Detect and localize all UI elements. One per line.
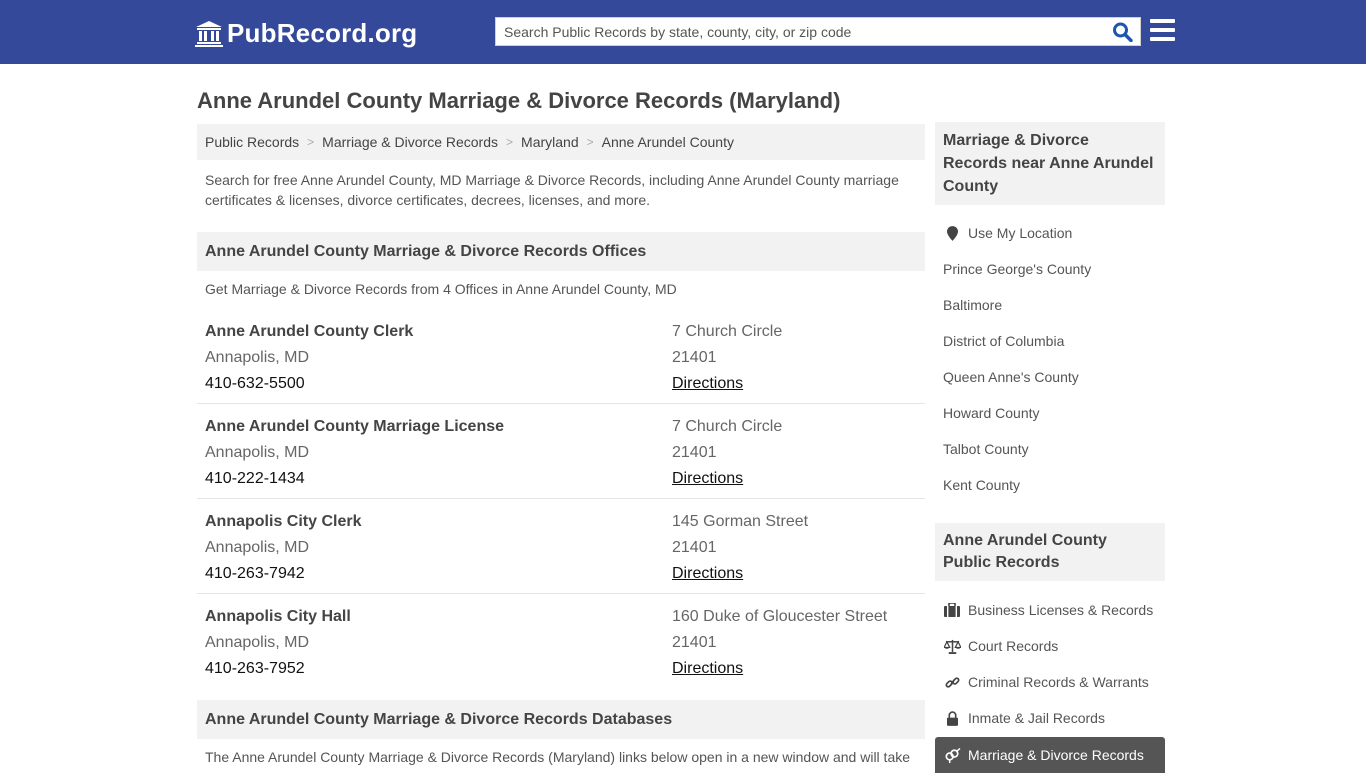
nearby-link[interactable]: District of Columbia bbox=[943, 333, 1064, 349]
office-address: 7 Church Circle bbox=[672, 418, 783, 435]
gender-rings-icon bbox=[943, 747, 961, 763]
search-input[interactable] bbox=[496, 18, 1106, 45]
nearby-link[interactable]: Howard County bbox=[943, 405, 1040, 421]
nearby-link[interactable]: Talbot County bbox=[943, 441, 1029, 457]
logo-text: PubRecord.org bbox=[227, 17, 418, 48]
magnifier-icon bbox=[1113, 22, 1133, 43]
court-records-link[interactable]: Court Records bbox=[943, 638, 1058, 654]
public-records-heading: Anne Arundel County Public Records bbox=[935, 523, 1165, 581]
offices-subheading: Get Marriage & Divorce Records from 4 Of… bbox=[205, 281, 677, 297]
lock-icon bbox=[943, 710, 961, 726]
scales-icon bbox=[943, 638, 961, 654]
business-licenses-label: Business Licenses & Records bbox=[968, 602, 1154, 618]
office-city: Annapolis, MD bbox=[205, 444, 310, 461]
courthouse-icon bbox=[195, 20, 223, 47]
business-licenses-link[interactable]: Business Licenses & Records bbox=[943, 602, 1153, 618]
office-row: Annapolis City Hall Annapolis, MD 410-26… bbox=[197, 594, 925, 689]
nearby-link[interactable]: Baltimore bbox=[943, 297, 1002, 313]
databases-text: The Anne Arundel County Marriage & Divor… bbox=[205, 749, 911, 765]
marriage-divorce-records-label: Marriage & Divorce Records bbox=[968, 747, 1144, 763]
top-navigation-bar: PubRecord.org bbox=[0, 0, 1366, 64]
office-address: 160 Duke of Gloucester Street bbox=[672, 608, 888, 625]
office-row: Annapolis City Clerk Annapolis, MD 410-2… bbox=[197, 499, 925, 594]
court-records-label: Court Records bbox=[968, 638, 1059, 654]
office-zip: 21401 bbox=[672, 539, 717, 556]
office-city: Annapolis, MD bbox=[205, 539, 310, 556]
breadcrumb-separator: > bbox=[506, 135, 514, 149]
nearby-link[interactable]: Kent County bbox=[943, 477, 1020, 493]
use-my-location-label: Use My Location bbox=[968, 225, 1073, 241]
directions-link[interactable]: Directions bbox=[672, 660, 743, 677]
office-address: 7 Church Circle bbox=[672, 323, 783, 340]
map-pin-icon bbox=[943, 225, 961, 241]
directions-link[interactable]: Directions bbox=[672, 375, 743, 392]
breadcrumb-maryland[interactable]: Maryland bbox=[521, 134, 579, 150]
office-zip: 21401 bbox=[672, 444, 717, 461]
office-name: Annapolis City Clerk bbox=[205, 513, 362, 530]
office-zip: 21401 bbox=[672, 634, 717, 651]
use-my-location-link[interactable]: Use My Location bbox=[943, 225, 1072, 241]
criminal-records-link[interactable]: Criminal Records & Warrants bbox=[943, 674, 1149, 690]
page-title: Anne Arundel County Marriage & Divorce R… bbox=[197, 88, 841, 113]
nearby-link[interactable]: Prince George's County bbox=[943, 261, 1091, 277]
office-address: 145 Gorman Street bbox=[672, 513, 809, 530]
breadcrumb: Public Records > Marriage & Divorce Reco… bbox=[197, 124, 925, 160]
office-row: Anne Arundel County Marriage License Ann… bbox=[197, 404, 925, 499]
criminal-records-label: Criminal Records & Warrants bbox=[968, 674, 1149, 690]
office-phone[interactable]: 410-632-5500 bbox=[205, 371, 413, 397]
intro-text: Search for free Anne Arundel County, MD … bbox=[205, 172, 899, 208]
search-box bbox=[495, 17, 1141, 46]
nearby-link[interactable]: Queen Anne's County bbox=[943, 369, 1079, 385]
office-city: Annapolis, MD bbox=[205, 634, 310, 651]
breadcrumb-marriage-divorce[interactable]: Marriage & Divorce Records bbox=[322, 134, 498, 150]
hamburger-menu-icon[interactable] bbox=[1150, 19, 1176, 43]
breadcrumb-separator: > bbox=[307, 135, 315, 149]
inmate-jail-records-link[interactable]: Inmate & Jail Records bbox=[943, 710, 1105, 726]
directions-link[interactable]: Directions bbox=[672, 470, 743, 487]
office-phone[interactable]: 410-263-7952 bbox=[205, 656, 351, 682]
office-row: Anne Arundel County Clerk Annapolis, MD … bbox=[197, 309, 925, 404]
search-button[interactable] bbox=[1112, 22, 1134, 43]
nearby-heading: Marriage & Divorce Records near Anne Aru… bbox=[935, 122, 1165, 205]
breadcrumb-separator: > bbox=[586, 135, 594, 149]
link-icon bbox=[943, 674, 961, 690]
breadcrumb-county[interactable]: Anne Arundel County bbox=[602, 134, 734, 150]
directions-link[interactable]: Directions bbox=[672, 565, 743, 582]
office-phone[interactable]: 410-263-7942 bbox=[205, 561, 361, 587]
office-phone[interactable]: 410-222-1434 bbox=[205, 466, 504, 492]
office-zip: 21401 bbox=[672, 349, 717, 366]
databases-heading: Anne Arundel County Marriage & Divorce R… bbox=[197, 700, 925, 739]
office-name: Anne Arundel County Marriage License bbox=[205, 418, 505, 435]
briefcase-icon bbox=[943, 602, 961, 618]
offices-heading: Anne Arundel County Marriage & Divorce R… bbox=[197, 232, 925, 271]
site-logo[interactable]: PubRecord.org bbox=[195, 17, 417, 49]
office-city: Annapolis, MD bbox=[205, 349, 310, 366]
inmate-jail-records-label: Inmate & Jail Records bbox=[968, 710, 1105, 726]
office-name: Annapolis City Hall bbox=[205, 608, 351, 625]
breadcrumb-public-records[interactable]: Public Records bbox=[205, 134, 299, 150]
office-name: Anne Arundel County Clerk bbox=[205, 323, 414, 340]
